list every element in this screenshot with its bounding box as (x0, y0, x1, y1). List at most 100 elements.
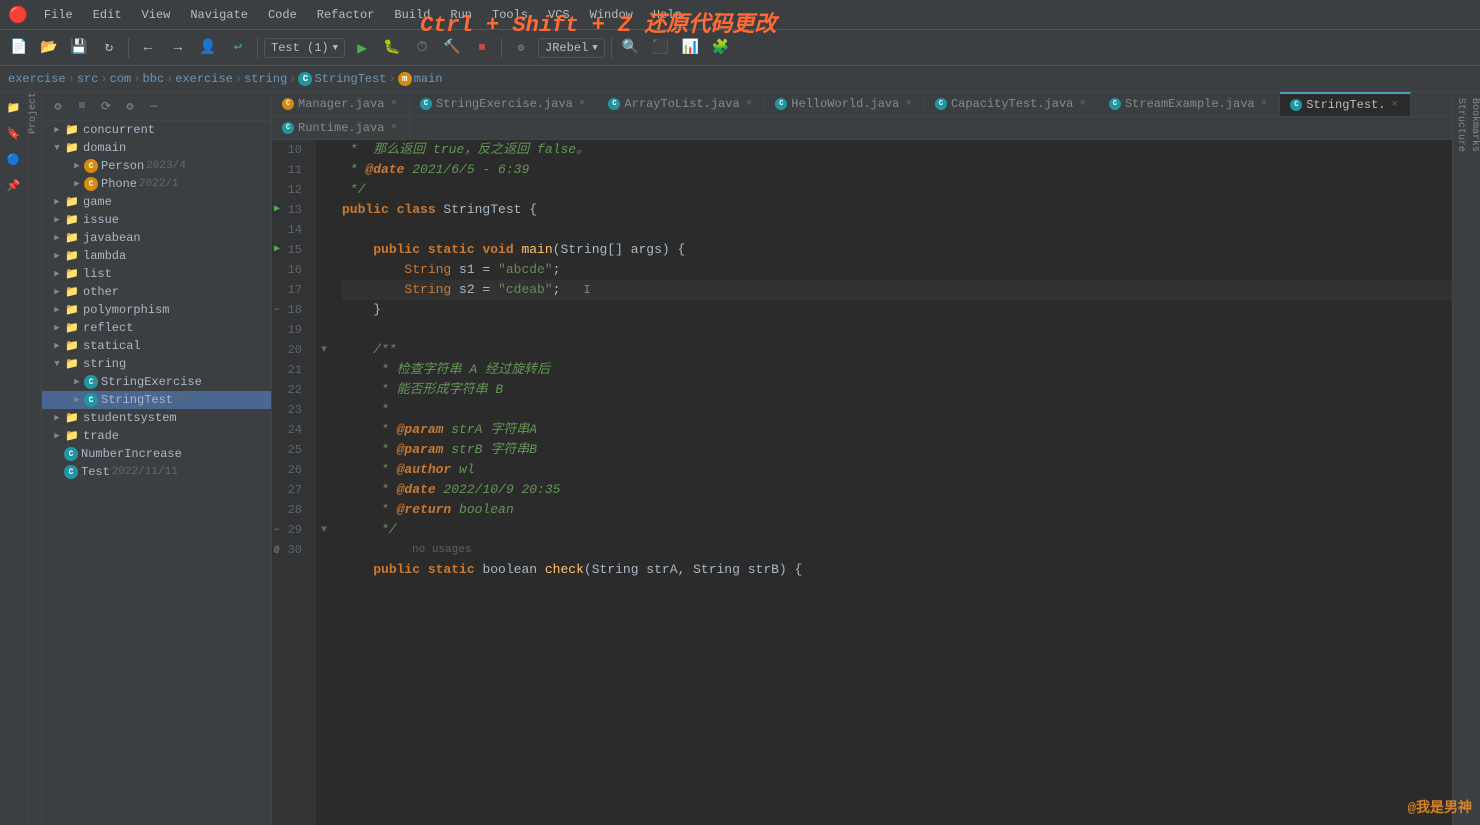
tab-close-btn[interactable]: × (1389, 99, 1400, 111)
tree-item-stringexercise[interactable]: ▶ C StringExercise (42, 373, 271, 391)
project-label[interactable]: Project (28, 92, 41, 140)
run-config-selector[interactable]: Test (1) ▼ (264, 38, 345, 58)
tab-stringexercise-java[interactable]: C StringExercise.java × (410, 92, 598, 116)
tab-close-btn[interactable]: × (903, 98, 914, 110)
code-area[interactable]: 10 11 12 ▶ 13 14 ▶ 15 16 17 − 18 19 (272, 140, 1452, 825)
tree-item-string[interactable]: ▼ 📁 string (42, 355, 271, 373)
jrebel-selector[interactable]: JRebel ▼ (538, 38, 605, 58)
toolbar-btn-7[interactable]: 📊 (678, 35, 704, 61)
toolbar-open-btn[interactable]: 📂 (36, 35, 62, 61)
tree-item-issue[interactable]: ▶ 📁 issue (42, 211, 271, 229)
fold-icon[interactable]: − (274, 300, 279, 320)
tab-close-btn[interactable]: × (1259, 98, 1270, 110)
menu-edit[interactable]: Edit (85, 6, 130, 24)
sidebar-icon-2[interactable]: 🔖 (2, 122, 26, 146)
folder-icon: 📁 (64, 429, 80, 443)
profile-button[interactable]: ⏱ (409, 35, 435, 61)
stop-button[interactable]: ⏹ (469, 35, 495, 61)
toolbar-refresh-btn[interactable]: ↻ (96, 35, 122, 61)
tree-item-numberincrease[interactable]: C NumberIncrease (42, 445, 271, 463)
toolbar-recent-btn[interactable]: 👤 (195, 35, 221, 61)
tab-close-btn[interactable]: × (744, 98, 755, 110)
breadcrumb-method-icon: m (398, 72, 412, 86)
coverage-button[interactable]: 🐛 (379, 35, 405, 61)
breadcrumb-bbc[interactable]: bbc (142, 72, 164, 86)
tree-item-studentsystem[interactable]: ▶ 📁 studentsystem (42, 409, 271, 427)
project-icon-btn[interactable]: 📁 (2, 96, 26, 120)
run-gutter-icon[interactable]: ▶ (274, 240, 280, 260)
sidebar-icon-4[interactable]: 📌 (2, 174, 26, 198)
tree-item-concurrent[interactable]: ▶ 📁 concurrent (42, 121, 271, 139)
structure-label[interactable]: Structure (1453, 92, 1466, 152)
tab-icon: C (282, 122, 294, 134)
tab-close-btn[interactable]: × (577, 98, 588, 110)
breadcrumb-com[interactable]: com (110, 72, 132, 86)
menu-refactor[interactable]: Refactor (309, 6, 383, 24)
run-button[interactable]: ▶ (349, 35, 375, 61)
tab-streamexample-java[interactable]: C StreamExample.java × (1099, 92, 1280, 116)
menu-build[interactable]: Build (386, 6, 438, 24)
tab-arraytolist-java[interactable]: C ArrayToList.java × (598, 92, 765, 116)
breadcrumb-exercise2[interactable]: exercise (175, 72, 233, 86)
tab-close-btn[interactable]: × (388, 122, 399, 134)
tree-item-phone[interactable]: ▶ C Phone 2022/1 (42, 175, 271, 193)
tree-item-lambda[interactable]: ▶ 📁 lambda (42, 247, 271, 265)
file-tree-gear-btn[interactable]: ⚙ (120, 96, 140, 116)
tree-item-javabean[interactable]: ▶ 📁 javabean (42, 229, 271, 247)
build-button[interactable]: 🔨 (439, 35, 465, 61)
code-line-11: * @date 2021/6/5 - 6:39 (342, 160, 1452, 180)
tab-runtime-java[interactable]: C Runtime.java × (272, 117, 410, 139)
breadcrumb-stringtest[interactable]: StringTest (314, 72, 386, 86)
tree-item-statical[interactable]: ▶ 📁 statical (42, 337, 271, 355)
menu-view[interactable]: View (134, 6, 179, 24)
tree-item-domain[interactable]: ▼ 📁 domain (42, 139, 271, 157)
file-tree-collapse-btn[interactable]: ≡ (72, 96, 92, 116)
toolbar-back-btn[interactable]: ← (135, 35, 161, 61)
toolbar-forward-btn[interactable]: → (165, 35, 191, 61)
tab-close-btn[interactable]: × (388, 98, 399, 110)
toolbar-new-btn[interactable]: 📄 (6, 35, 32, 61)
tree-item-reflect[interactable]: ▶ 📁 reflect (42, 319, 271, 337)
breadcrumb-main[interactable]: main (414, 72, 443, 86)
tree-item-test[interactable]: C Test 2022/11/11 (42, 463, 271, 481)
tab-capacitytest-java[interactable]: C CapacityTest.java × (925, 92, 1099, 116)
menu-run[interactable]: Run (442, 6, 480, 24)
breadcrumb-exercise[interactable]: exercise (8, 72, 66, 86)
tree-item-trade[interactable]: ▶ 📁 trade (42, 427, 271, 445)
tab-helloworld-java[interactable]: C HelloWorld.java × (765, 92, 925, 116)
toolbar-btn-5[interactable]: 🔍 (618, 35, 644, 61)
tab-stringtest-java[interactable]: C StringTest. × (1280, 92, 1411, 116)
menu-help[interactable]: Help (645, 6, 690, 24)
toolbar-btn-8[interactable]: 🧩 (708, 35, 734, 61)
run-gutter-icon[interactable]: ▶ (274, 200, 280, 220)
tab-close-btn[interactable]: × (1077, 98, 1088, 110)
tree-item-game[interactable]: ▶ 📁 game (42, 193, 271, 211)
breadcrumb-src[interactable]: src (77, 72, 99, 86)
menu-vcs[interactable]: VCS (540, 6, 578, 24)
fold-icon[interactable]: − (274, 520, 279, 540)
bookmarks-label[interactable]: Bookmarks (1467, 92, 1480, 152)
breadcrumb-string[interactable]: string (244, 72, 287, 86)
sidebar-icon-3[interactable]: 🔵 (2, 148, 26, 172)
breadcrumb: exercise › src › com › bbc › exercise › … (0, 66, 1480, 92)
toolbar-undo-btn[interactable]: ↩ (225, 35, 251, 61)
file-tree-scroll-btn[interactable]: ⟳ (96, 96, 116, 116)
menu-window[interactable]: Window (582, 6, 641, 24)
tree-item-list[interactable]: ▶ 📁 list (42, 265, 271, 283)
jrebel-config-btn[interactable]: ⚙ (508, 35, 534, 61)
tab-manager-java[interactable]: C Manager.java × (272, 92, 410, 116)
menu-navigate[interactable]: Navigate (182, 6, 256, 24)
tree-item-polymorphism[interactable]: ▶ 📁 polymorphism (42, 301, 271, 319)
line-numbers: 10 11 12 ▶ 13 14 ▶ 15 16 17 − 18 19 (272, 140, 316, 825)
file-tree-settings-btn[interactable]: ⚙ (48, 96, 68, 116)
file-tree-close-btn[interactable]: — (144, 96, 164, 116)
tree-item-person[interactable]: ▶ C Person 2023/4 (42, 157, 271, 175)
menu-tools[interactable]: Tools (484, 6, 536, 24)
menu-code[interactable]: Code (260, 6, 305, 24)
code-content[interactable]: * 那么返回 true，反之返回 false。 * @date 2021/6/5… (332, 140, 1452, 825)
tree-item-other[interactable]: ▶ 📁 other (42, 283, 271, 301)
toolbar-btn-6[interactable]: ⬛ (648, 35, 674, 61)
tree-item-stringtest[interactable]: ▶ C StringTest 20 (42, 391, 271, 409)
toolbar-save-btn[interactable]: 💾 (66, 35, 92, 61)
menu-file[interactable]: File (36, 6, 81, 24)
